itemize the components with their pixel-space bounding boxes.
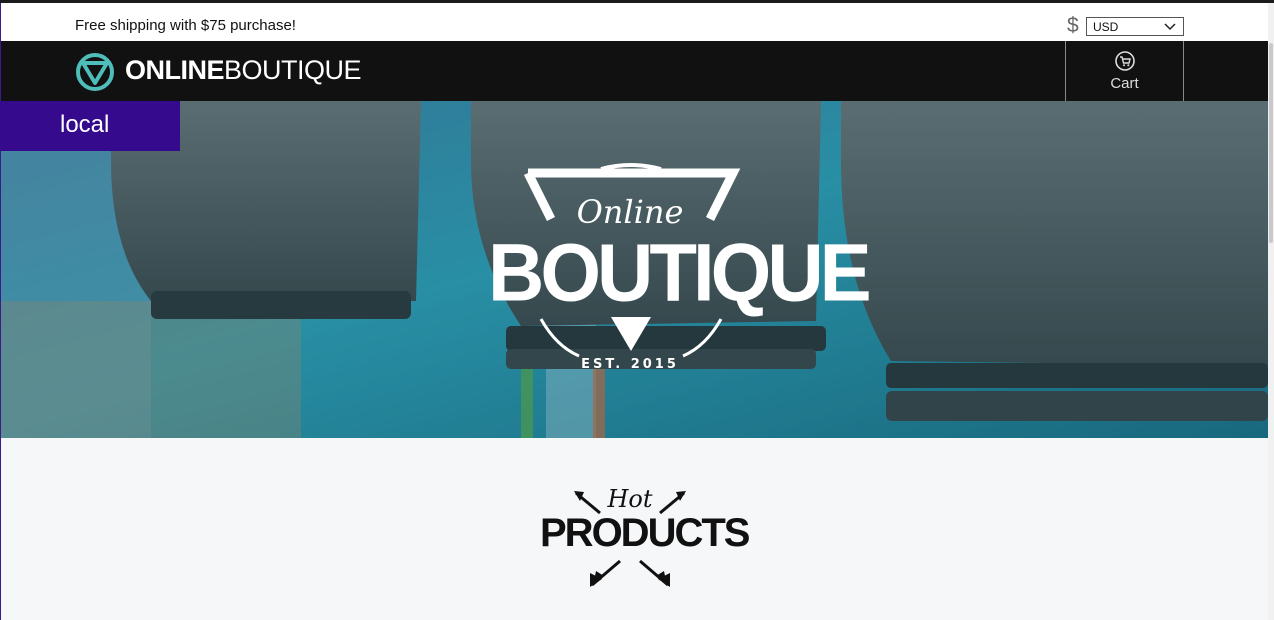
- hero-est-text: EST. 2015: [581, 357, 679, 372]
- logo-text-bold: ONLINE: [125, 55, 225, 85]
- cart-icon: [1115, 51, 1135, 71]
- hot-script-text: Hot: [607, 485, 653, 513]
- scrollbar-thumb[interactable]: [1269, 43, 1273, 243]
- products-main-text: PRODUCTS: [540, 511, 750, 555]
- hero-main-text: BOUTIQUE: [488, 225, 872, 319]
- environment-badge: local: [0, 101, 180, 151]
- cart-button[interactable]: Cart: [1065, 41, 1184, 101]
- main-header: ONLINEBOUTIQUE Cart: [1, 41, 1268, 101]
- logo-icon[interactable]: [75, 52, 115, 92]
- chevron-down-icon: [1164, 23, 1176, 31]
- environment-label: local: [60, 111, 110, 138]
- cart-label: Cart: [1110, 75, 1139, 92]
- hero-logo: Online BOUTIQUE EST. 2015: [488, 191, 872, 381]
- shipping-message: Free shipping with $75 purchase!: [75, 17, 296, 34]
- logo-text-light: BOUTIQUE: [224, 55, 362, 85]
- top-bar: Free shipping with $75 purchase! $ USD: [1, 3, 1268, 41]
- currency-symbol: $: [1067, 14, 1079, 37]
- logo-wordmark[interactable]: ONLINEBOUTIQUE: [125, 55, 362, 86]
- currency-select[interactable]: USD: [1086, 17, 1184, 36]
- hot-products-heading: Hot PRODUCTS: [540, 481, 750, 598]
- currency-selected-value: USD: [1093, 20, 1119, 34]
